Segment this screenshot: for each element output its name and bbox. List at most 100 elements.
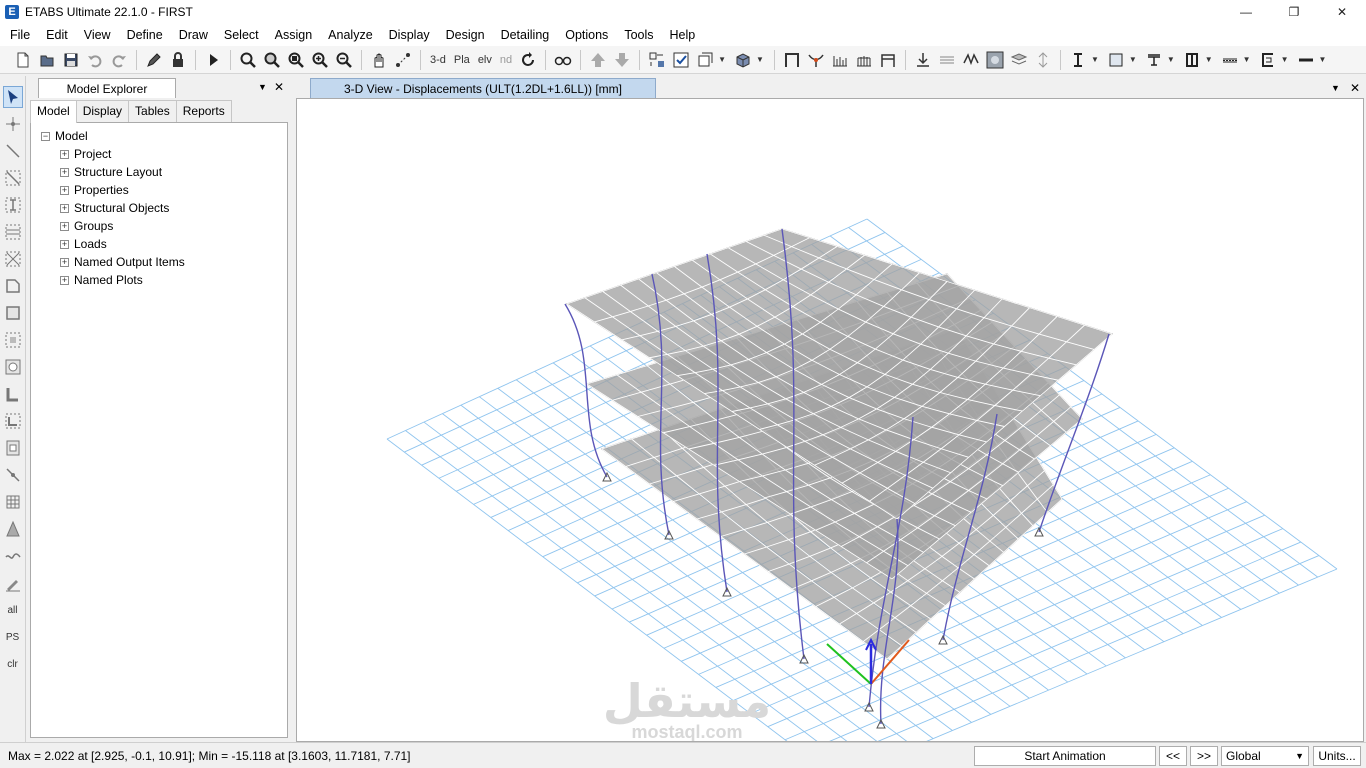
extrude-icon[interactable] [732, 49, 754, 71]
view-3d-button[interactable]: 3-d [427, 54, 449, 66]
perspective-icon[interactable] [552, 49, 574, 71]
menu-help[interactable]: Help [662, 24, 704, 46]
link-section-dropdown-icon[interactable]: ▼ [1281, 55, 1289, 64]
minimize-button[interactable]: — [1222, 0, 1270, 24]
menu-edit[interactable]: Edit [38, 24, 76, 46]
zoom-full-icon[interactable] [285, 49, 307, 71]
section-cut-icon[interactable] [936, 49, 958, 71]
close-button[interactable]: ✕ [1318, 0, 1366, 24]
quick-draw-area-icon[interactable] [3, 329, 23, 351]
draw-floor-icon[interactable] [3, 275, 23, 297]
menu-options[interactable]: Options [557, 24, 616, 46]
redo-icon[interactable] [108, 49, 130, 71]
menu-display[interactable]: Display [381, 24, 438, 46]
tree-node-named-output-items[interactable]: + Named Output Items [31, 253, 287, 271]
tab-tables[interactable]: Tables [128, 100, 177, 122]
collapse-icon[interactable]: − [41, 131, 50, 141]
view-tab-3d-displacements[interactable]: 3-D View - Displacements (ULT(1.2DL+1.6L… [310, 78, 656, 98]
expand-icon[interactable]: + [60, 185, 69, 195]
contour-display-icon[interactable] [984, 49, 1006, 71]
beam-section-icon[interactable] [1143, 49, 1165, 71]
expand-icon[interactable] [1032, 49, 1054, 71]
draw-rebar-icon[interactable] [3, 545, 23, 567]
zoom-in-icon[interactable] [309, 49, 331, 71]
brace-section-dropdown-icon[interactable]: ▼ [1243, 55, 1251, 64]
wall-section-dropdown-icon[interactable]: ▼ [1205, 55, 1213, 64]
pointer-icon[interactable] [2, 86, 23, 108]
mode-shape-icon[interactable] [960, 49, 982, 71]
zoom-restore-icon[interactable] [261, 49, 283, 71]
object-shrink-dropdown-icon[interactable]: ▼ [718, 55, 726, 64]
draw-beam-icon[interactable] [3, 167, 23, 189]
story-response-icon[interactable] [877, 49, 899, 71]
expand-icon[interactable]: + [60, 203, 69, 213]
undo-icon[interactable] [84, 49, 106, 71]
menu-view[interactable]: View [76, 24, 119, 46]
menu-select[interactable]: Select [216, 24, 267, 46]
rotate-view-icon[interactable] [517, 49, 539, 71]
check-options-icon[interactable] [670, 49, 692, 71]
move-up-icon[interactable] [587, 49, 609, 71]
previous-result-button[interactable]: << [1159, 746, 1187, 766]
move-down-icon[interactable] [611, 49, 633, 71]
lock-icon[interactable] [167, 49, 189, 71]
coordinate-system-select[interactable]: Global ▼ [1221, 746, 1309, 766]
nd-view-button[interactable]: nd [497, 54, 515, 66]
draw-brace-icon[interactable] [3, 248, 23, 270]
draw-joint-icon[interactable] [3, 113, 23, 135]
virtual-work-icon[interactable] [1008, 49, 1030, 71]
frame-icon[interactable] [781, 49, 803, 71]
pencil-icon[interactable] [143, 49, 165, 71]
extrude-dropdown-icon[interactable]: ▼ [756, 55, 764, 64]
slab-section-icon[interactable] [1105, 49, 1127, 71]
view-dropdown-icon[interactable]: ▼ [1331, 83, 1340, 95]
menu-assign[interactable]: Assign [267, 24, 321, 46]
draw-line-icon[interactable] [3, 140, 23, 162]
next-result-button[interactable]: >> [1190, 746, 1218, 766]
expand-icon[interactable]: + [60, 239, 69, 249]
wall-section-icon[interactable] [1181, 49, 1203, 71]
elevation-view-button[interactable]: elv [475, 54, 495, 66]
tab-display[interactable]: Display [75, 100, 130, 122]
clear-selection-button[interactable]: clr [3, 653, 23, 675]
zoom-out-icon[interactable] [333, 49, 355, 71]
tree-node-loads[interactable]: + Loads [31, 235, 287, 253]
expand-icon[interactable]: + [60, 167, 69, 177]
link-section-icon[interactable] [1257, 49, 1279, 71]
expand-icon[interactable]: + [60, 275, 69, 285]
tab-reports[interactable]: Reports [175, 100, 232, 122]
menu-draw[interactable]: Draw [171, 24, 216, 46]
zoom-window-icon[interactable] [237, 49, 259, 71]
draw-dimension-icon[interactable] [3, 572, 23, 594]
tree-node-structure-layout[interactable]: + Structure Layout [31, 163, 287, 181]
units-button[interactable]: Units... [1313, 746, 1361, 766]
expand-icon[interactable]: + [60, 221, 69, 231]
tree-node-project[interactable]: + Project [31, 145, 287, 163]
menu-define[interactable]: Define [119, 24, 171, 46]
view-close-icon[interactable]: ✕ [1350, 81, 1360, 95]
run-analysis-icon[interactable] [202, 49, 224, 71]
menu-analyze[interactable]: Analyze [320, 24, 380, 46]
force-diagram-icon[interactable] [829, 49, 851, 71]
explorer-close-icon[interactable]: ✕ [274, 80, 284, 94]
tree-node-structural-objects[interactable]: + Structural Objects [31, 199, 287, 217]
object-shrink-icon[interactable] [694, 49, 716, 71]
column-section-dropdown-icon[interactable]: ▼ [1091, 55, 1099, 64]
brace-section-icon[interactable] [1219, 49, 1241, 71]
joint-reactions-icon[interactable] [912, 49, 934, 71]
column-section-icon[interactable] [1067, 49, 1089, 71]
draw-tendon-icon[interactable] [3, 518, 23, 540]
start-animation-button[interactable]: Start Animation [974, 746, 1156, 766]
quick-draw-wall-icon[interactable] [3, 410, 23, 432]
explorer-dropdown-icon[interactable]: ▼ [258, 82, 267, 92]
tree-node-groups[interactable]: + Groups [31, 217, 287, 235]
draw-opening-icon[interactable] [3, 356, 23, 378]
pan-icon[interactable] [368, 49, 390, 71]
tendon-section-dropdown-icon[interactable]: ▼ [1319, 55, 1327, 64]
draw-rectangle-area-icon[interactable] [3, 302, 23, 324]
draw-grid-icon[interactable] [3, 491, 23, 513]
shell-force-icon[interactable] [853, 49, 875, 71]
tree-node-named-plots[interactable]: + Named Plots [31, 271, 287, 289]
draw-wall-opening-icon[interactable] [3, 437, 23, 459]
tree-node-model[interactable]: − Model [31, 127, 287, 145]
